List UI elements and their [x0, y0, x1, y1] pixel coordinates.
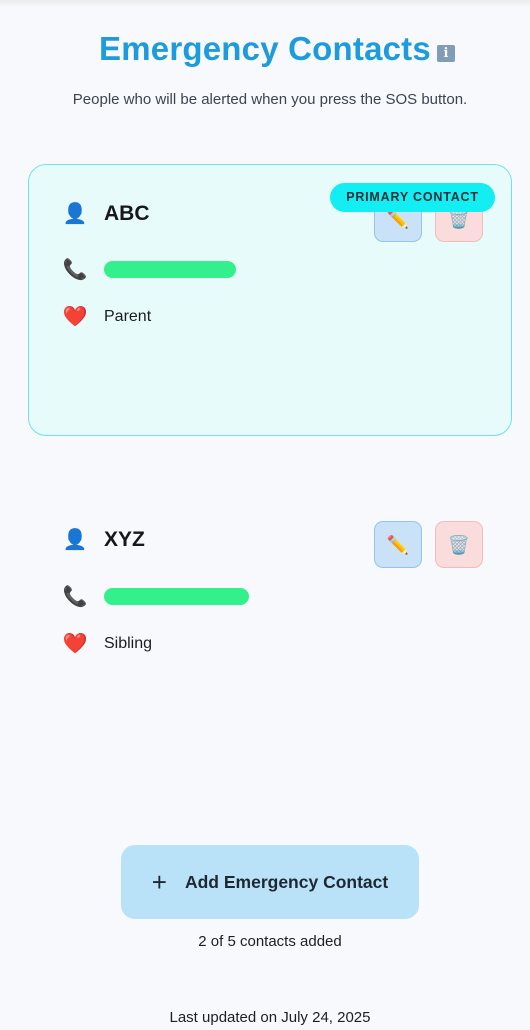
phone-icon: 📞: [62, 259, 88, 281]
add-button-label: Add Emergency Contact: [184, 871, 389, 892]
status-bar-shadow: [0, 0, 530, 7]
person-icon: 👤: [62, 529, 88, 551]
pencil-icon: ✏️: [386, 209, 410, 229]
trash-icon: 🗑️: [447, 535, 471, 555]
contact-relationship: Sibling: [104, 634, 153, 652]
redacted-phone-number: [104, 588, 249, 605]
contacts-count: 2 of 5 contacts added: [198, 933, 342, 950]
page-title: Emergency Contacts: [99, 30, 431, 67]
primary-contact-badge: PRIMARY CONTACT: [330, 183, 495, 212]
contact-phone-row: 📞: [62, 584, 249, 609]
heart-icon: ❤️: [62, 306, 88, 328]
contact-name-row: 👤 XYZ: [62, 527, 145, 552]
contact-name: XYZ: [104, 527, 145, 551]
last-updated-text: Last updated on July 24, 2025: [169, 1009, 371, 1026]
contact-name-row: 👤 ABC: [62, 201, 150, 226]
contact-phone-row: 📞: [62, 257, 236, 282]
contact-relationship-row: ❤️ Sibling: [62, 631, 152, 656]
trash-icon: 🗑️: [447, 209, 471, 229]
phone-icon: 📞: [62, 586, 88, 608]
contact-name: ABC: [104, 201, 150, 225]
edit-contact-button[interactable]: ✏️: [374, 521, 422, 568]
pencil-icon: ✏️: [386, 535, 410, 555]
plus-icon: +: [151, 867, 167, 897]
info-icon[interactable]: i: [437, 45, 455, 62]
person-icon: 👤: [62, 203, 88, 225]
contact-relationship-row: ❤️ Parent: [62, 304, 152, 329]
redacted-phone-number: [104, 261, 236, 278]
add-emergency-contact-button[interactable]: + Add Emergency Contact: [121, 845, 419, 919]
delete-contact-button[interactable]: 🗑️: [435, 521, 483, 568]
contact-relationship: Parent: [104, 307, 152, 325]
heart-icon: ❤️: [62, 633, 88, 655]
page-subtitle: People who will be alerted when you pres…: [72, 91, 468, 108]
